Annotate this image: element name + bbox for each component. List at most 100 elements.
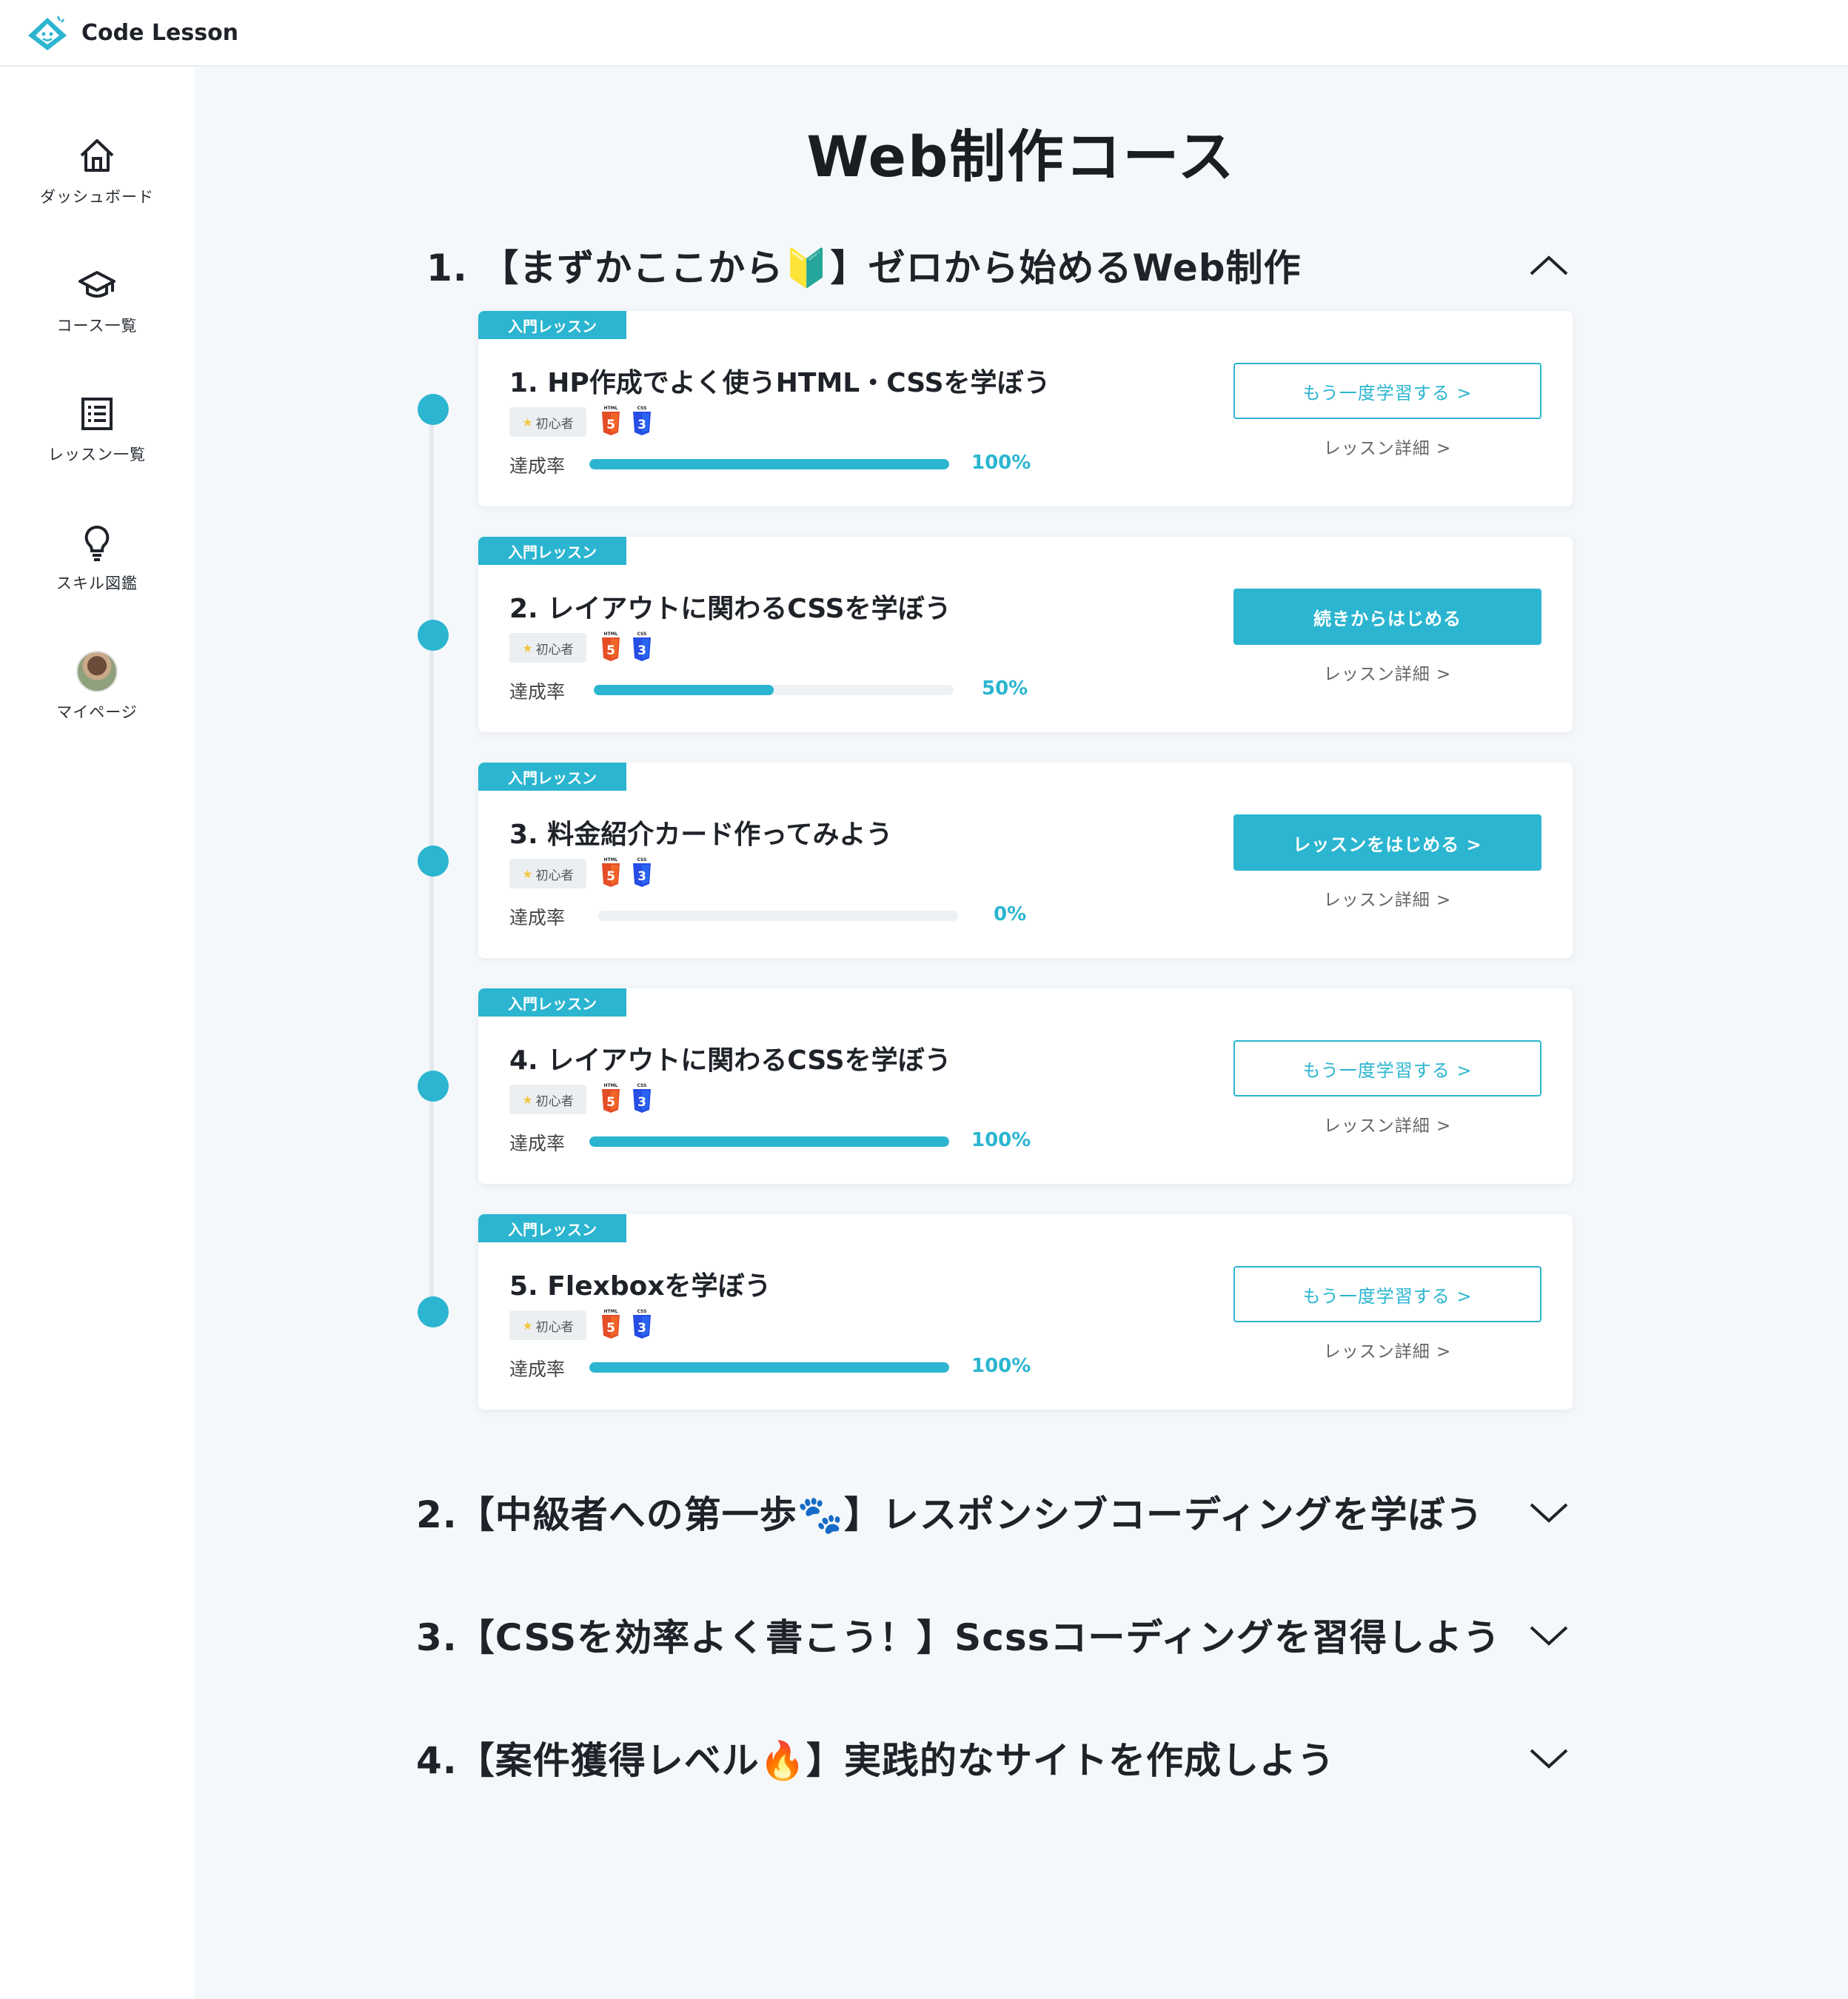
chevron-down-icon[interactable] [1527,1497,1571,1527]
progress-bar [589,1362,949,1373]
sidebar-item-label: マイページ [56,703,138,721]
svg-text:3: 3 [637,418,646,432]
svg-text:HTML: HTML [604,857,618,863]
progress-value: 100% [971,1129,1031,1151]
logo-icon[interactable] [25,13,70,52]
progress-bar-fill [589,1136,949,1147]
progress-bar [589,1136,949,1147]
css3-icon: CSS 3 [631,404,653,437]
rate-label: 達成率 [509,1133,566,1154]
rate-label: 達成率 [509,681,566,703]
lesson-detail-link[interactable]: レッスン詳細 > [1233,660,1541,685]
section-header-1[interactable]: 1. 【まずかここから🔰】ゼロから始めるWeb制作 [426,238,1571,292]
progress-value: 50% [982,677,1028,700]
sidebar-item-label: コース一覧 [56,317,138,335]
level-label: 初心者 [535,868,574,883]
section-title: 2.【中級者への第一歩🐾】レスポンシブコーディングを学ぼう [416,1493,1484,1536]
lesson-title[interactable]: 3. 料金紹介カード作ってみよう [509,813,892,851]
lesson-detail-link[interactable]: レッスン詳細 > [1233,1111,1541,1136]
sidebar-item-skills[interactable]: スキル図鑑 [0,521,194,594]
sidebar-item-label: ダッシュボード [40,188,154,206]
svg-text:HTML: HTML [604,1309,618,1314]
svg-text:HTML: HTML [604,406,618,411]
level-label: 初心者 [535,1319,574,1335]
avatar [76,651,118,692]
lesson-detail-link[interactable]: レッスン詳細 > [1233,885,1541,911]
svg-text:3: 3 [637,869,646,884]
progress-value: 0% [994,903,1027,925]
sidebar: ダッシュボード コース一覧 レッスン一覧 スキル図鑑 マイページ [0,67,194,1999]
lesson-title[interactable]: 5. Flexboxを学ぼう [509,1265,771,1303]
chevron-down-icon[interactable] [1527,1620,1571,1650]
lesson-card[interactable]: 入門レッスン 5. Flexboxを学ぼう ★ 初心者 HTML 5 CSS 3 達成… [478,1214,1573,1410]
list-icon [76,392,118,435]
rate-label: 達成率 [509,455,566,477]
level-label: 初心者 [535,416,574,432]
lesson-detail-link[interactable]: レッスン詳細 > [1233,434,1541,459]
css3-icon: CSS 3 [631,1307,653,1340]
page-title: Web制作コース [806,124,1236,190]
svg-text:HTML: HTML [604,1083,618,1088]
star-icon: ★ [522,1318,533,1333]
rate-label: 達成率 [509,1359,566,1380]
top-bar: Code Lesson [0,0,1848,67]
lesson-detail-link[interactable]: レッスン詳細 > [1233,1337,1541,1362]
svg-text:5: 5 [606,1321,615,1336]
svg-text:5: 5 [606,869,615,884]
html5-icon: HTML 5 [600,1307,622,1340]
progress-bar-fill [594,685,774,695]
section-header-4[interactable]: 4.【案件獲得レベル🔥】実践的なサイトを作成しよう [416,1731,1571,1784]
lesson-tag: 入門レッスン [478,988,626,1017]
level-badge: ★ 初心者 [509,633,586,663]
svg-text:5: 5 [606,643,615,658]
section-header-3[interactable]: 3.【CSSを効率よく書こう！】Scssコーディングを習得しよう [416,1608,1571,1661]
lesson-card[interactable]: 入門レッスン 4. レイアウトに関わるCSSを学ぼう ★ 初心者 HTML 5 CS… [478,988,1573,1184]
lesson-action-button[interactable]: もう一度学習する > [1233,363,1541,419]
sidebar-item-mypage[interactable]: マイページ [0,650,194,723]
lesson-action-button[interactable]: 続きからはじめる [1233,589,1541,645]
chevron-up-icon[interactable] [1527,250,1571,280]
progress-bar-fill [589,1362,949,1373]
level-label: 初心者 [535,642,574,657]
lesson-action-button[interactable]: レッスンをはじめる > [1233,814,1541,871]
svg-text:CSS: CSS [637,857,647,863]
timeline-dot [418,1296,449,1327]
progress-value: 100% [971,1355,1031,1377]
progress-value: 100% [971,452,1031,474]
sidebar-item-dashboard[interactable]: ダッシュボード [0,135,194,207]
html5-icon: HTML 5 [600,404,622,437]
level-badge: ★ 初心者 [509,859,586,888]
sidebar-item-courses[interactable]: コース一覧 [0,264,194,336]
lesson-title[interactable]: 2. レイアウトに関わるCSSを学ぼう [509,587,951,626]
lesson-card[interactable]: 入門レッスン 2. レイアウトに関わるCSSを学ぼう ★ 初心者 HTML 5 CS… [478,537,1573,732]
level-label: 初心者 [535,1094,574,1109]
lesson-title[interactable]: 1. HP作成でよく使うHTML・CSSを学ぼう [509,361,1051,400]
lesson-title[interactable]: 4. レイアウトに関わるCSSを学ぼう [509,1039,951,1077]
sidebar-item-lessons[interactable]: レッスン一覧 [0,392,194,465]
css3-icon: CSS 3 [631,856,653,888]
css3-icon: CSS 3 [631,1082,653,1114]
star-icon: ★ [522,640,533,655]
lesson-card[interactable]: 入門レッスン 3. 料金紹介カード作ってみよう ★ 初心者 HTML 5 CSS 3 … [478,763,1573,958]
svg-text:3: 3 [637,1095,646,1110]
star-icon: ★ [522,866,533,881]
timeline-dot [418,846,449,877]
section-header-2[interactable]: 2.【中級者への第一歩🐾】レスポンシブコーディングを学ぼう [416,1485,1571,1538]
lesson-tag: 入門レッスン [478,1214,626,1242]
css3-icon: CSS 3 [631,630,653,663]
html5-icon: HTML 5 [600,630,622,663]
app-name[interactable]: Code Lesson [81,20,238,46]
lesson-action-button[interactable]: もう一度学習する > [1233,1266,1541,1322]
timeline-dot [418,394,449,425]
timeline-dot [418,1071,449,1102]
lesson-action-button[interactable]: もう一度学習する > [1233,1040,1541,1096]
avatar-wrap [76,650,118,693]
chevron-down-icon[interactable] [1527,1743,1571,1772]
progress-bar-fill [589,459,949,469]
lightbulb-icon [76,521,118,564]
graduation-cap-icon [76,264,118,307]
rate-label: 達成率 [509,907,566,928]
lesson-card[interactable]: 入門レッスン 1. HP作成でよく使うHTML・CSSを学ぼう ★ 初心者 HTM… [478,311,1573,506]
timeline-dot [418,620,449,651]
progress-bar [589,459,949,469]
